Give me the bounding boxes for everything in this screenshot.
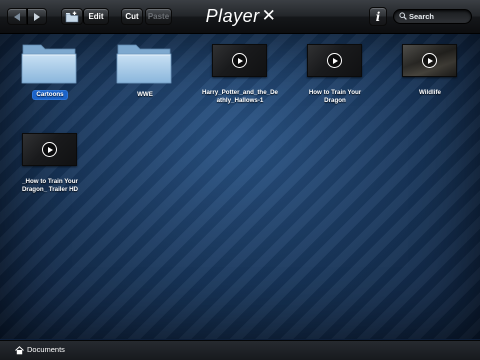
forward-arrow-icon xyxy=(34,12,40,21)
file-label: Harry_Potter_and_the_De athly_Hallows-1 xyxy=(202,89,278,104)
app-title-text: Player xyxy=(205,5,260,26)
file-item-how-to-train-your-dragon[interactable]: How to Train Your Dragon xyxy=(285,38,375,118)
home-icon[interactable] xyxy=(15,346,24,355)
video-thumbnail xyxy=(307,44,362,77)
paste-button[interactable]: Paste xyxy=(145,8,172,25)
video-thumbnail xyxy=(402,44,457,77)
play-icon xyxy=(422,53,437,68)
search-field[interactable]: Search xyxy=(393,9,472,24)
info-button[interactable]: i xyxy=(369,7,387,26)
file-label: Cartoons xyxy=(33,91,67,99)
file-label: How to Train Your Dragon xyxy=(308,89,362,104)
nav-segment xyxy=(7,8,47,25)
info-icon: i xyxy=(375,9,381,24)
back-arrow-icon xyxy=(14,12,20,21)
top-toolbar: Edit Cut Paste Player ✕ i Search xyxy=(0,0,480,34)
file-browser: Cartoons WWE Harry_Potter_and_the_De ath… xyxy=(0,34,480,339)
play-icon xyxy=(42,142,57,157)
app-logo-x-icon: ✕ xyxy=(261,6,277,25)
folder-icon xyxy=(116,44,172,84)
file-item-cartoons[interactable]: Cartoons xyxy=(0,38,90,118)
edit-button[interactable]: Edit xyxy=(83,8,109,25)
search-icon xyxy=(399,12,407,20)
file-item-dragon-trailer[interactable]: _How to Train Your Dragon_ Trailer HD xyxy=(0,127,90,207)
cut-button[interactable]: Cut xyxy=(121,8,143,25)
video-thumbnail xyxy=(22,133,77,166)
file-item-wildlife[interactable]: Wildlife xyxy=(380,38,470,118)
file-label: WWE xyxy=(137,91,153,98)
video-thumbnail xyxy=(212,44,267,77)
play-icon xyxy=(327,53,342,68)
play-icon xyxy=(232,53,247,68)
file-item-harry-potter[interactable]: Harry_Potter_and_the_De athly_Hallows-1 xyxy=(190,38,280,118)
back-button[interactable] xyxy=(7,8,27,25)
new-folder-button[interactable] xyxy=(61,8,83,25)
folder-icon xyxy=(21,44,77,84)
app-window: Edit Cut Paste Player ✕ i Search Cartoon… xyxy=(0,0,480,360)
current-path[interactable]: Documents xyxy=(27,345,65,354)
file-label: Wildlife xyxy=(419,89,441,96)
forward-button[interactable] xyxy=(27,8,47,25)
app-title: Player ✕ xyxy=(196,4,286,28)
search-placeholder: Search xyxy=(409,12,435,21)
file-item-wwe[interactable]: WWE xyxy=(95,38,185,118)
file-label: _How to Train Your Dragon_ Trailer HD xyxy=(21,178,79,193)
new-folder-icon xyxy=(65,11,79,22)
bottom-bar: Documents xyxy=(0,340,480,360)
